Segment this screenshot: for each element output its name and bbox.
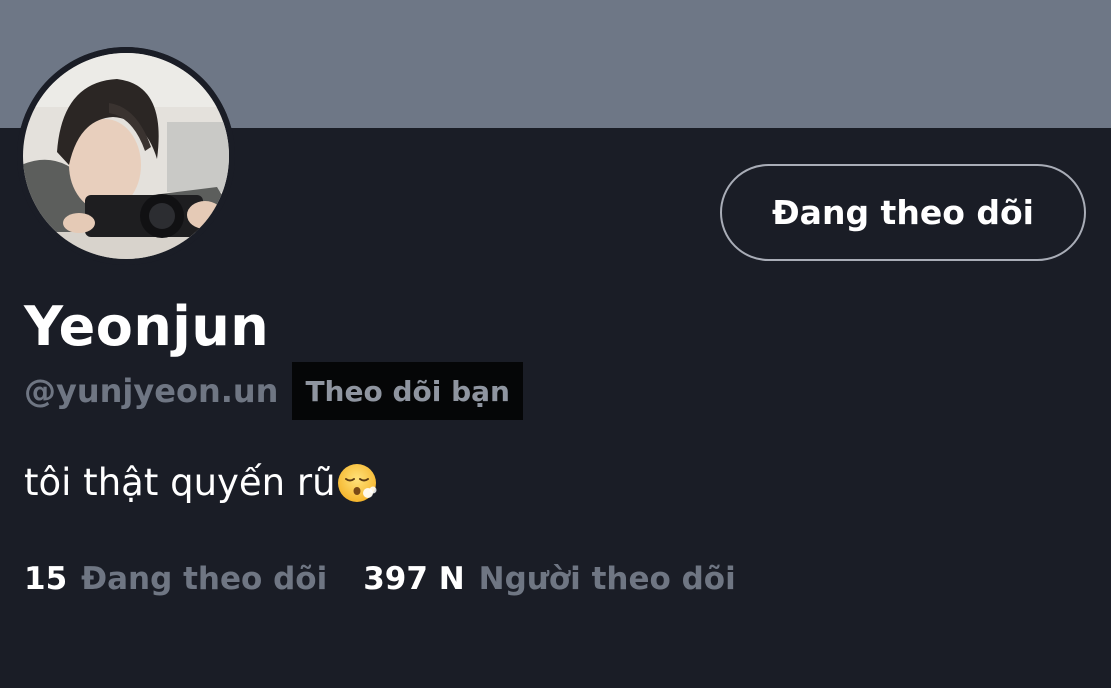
avatar[interactable] — [17, 47, 235, 265]
followers-count: 397 N — [363, 561, 465, 597]
following-stat[interactable]: 15 Đang theo dõi — [24, 561, 327, 597]
face-exhaling-emoji-icon — [337, 462, 379, 504]
following-label: Đang theo dõi — [81, 561, 328, 597]
profile-stats: 15 Đang theo dõi 397 N Người theo dõi — [24, 553, 736, 605]
follows-you-badge: Theo dõi bạn — [292, 362, 523, 420]
display-name: Yeonjun — [24, 295, 270, 358]
bio: tôi thật quyến rũ — [24, 455, 379, 511]
profile-header: Đang theo dõi Yeonjun @yunjyeon.un Theo … — [0, 0, 1111, 688]
followers-stat[interactable]: 397 N Người theo dõi — [363, 561, 736, 597]
user-handle: @yunjyeon.un — [24, 372, 279, 410]
following-count: 15 — [24, 561, 68, 597]
following-button[interactable]: Đang theo dõi — [720, 164, 1086, 261]
avatar-photo — [17, 47, 235, 265]
handle-row: @yunjyeon.un Theo dõi bạn — [24, 362, 523, 420]
followers-label: Người theo dõi — [478, 561, 736, 597]
bio-text: tôi thật quyến rũ — [24, 461, 336, 504]
